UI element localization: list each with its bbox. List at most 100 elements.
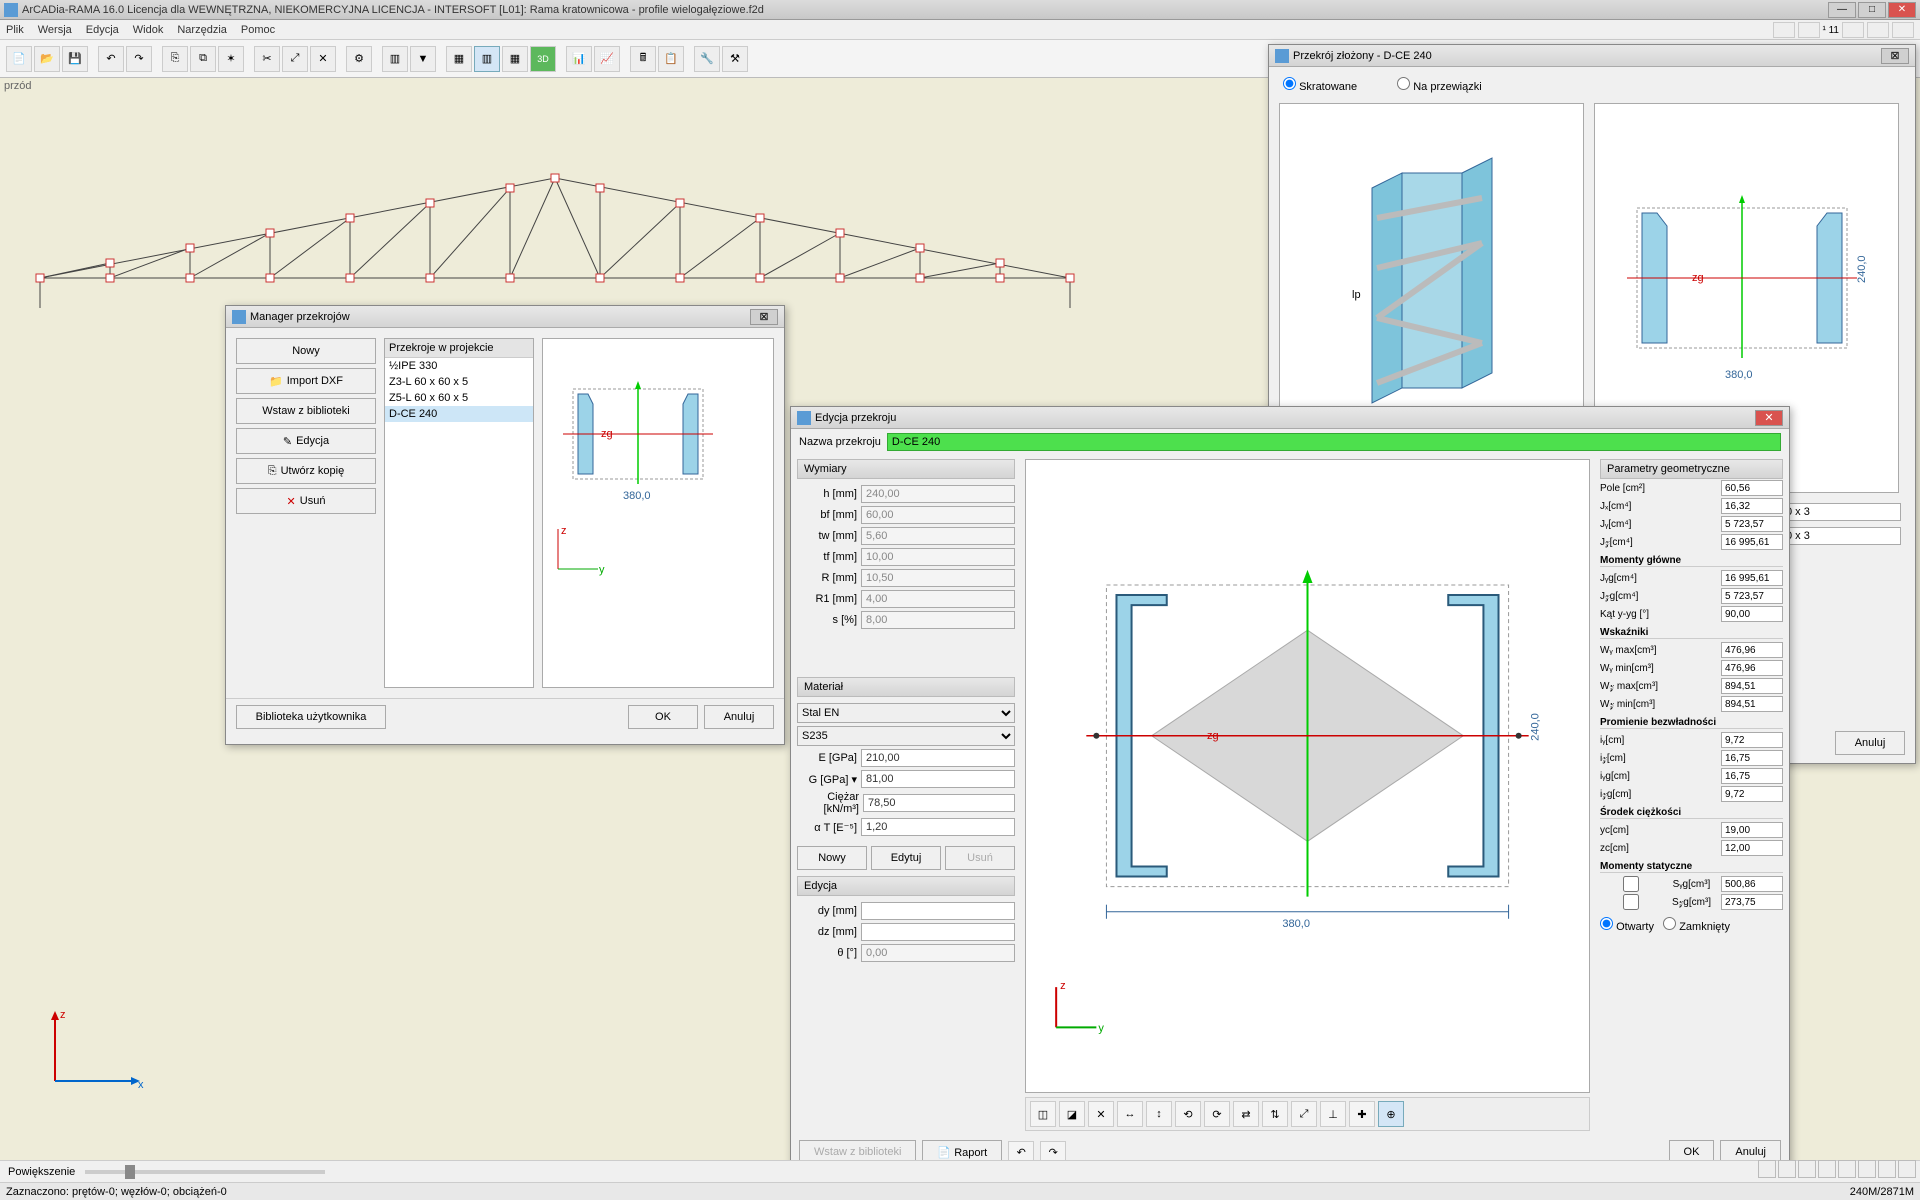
tool-icon[interactable]: ↶ [98,46,124,72]
bf-input[interactable] [861,506,1015,524]
radio-open[interactable]: Otwarty [1600,921,1654,933]
small-icon[interactable] [1758,1160,1776,1178]
tb-icon[interactable]: ✚ [1349,1101,1375,1127]
tb-icon[interactable]: ◫ [1030,1101,1056,1127]
new-button[interactable]: Nowy [236,338,376,364]
close-icon[interactable]: ⊠ [1881,48,1909,64]
delete-button[interactable]: ✕ Usuń [236,488,376,514]
tool-icon[interactable]: ✶ [218,46,244,72]
tool-icon[interactable]: ▦ [446,46,472,72]
tool-icon[interactable]: ▦ [502,46,528,72]
radio-batten[interactable]: Na przewiązki [1397,77,1482,93]
tool-icon[interactable]: ⚒ [722,46,748,72]
tf-input[interactable] [861,548,1015,566]
menu-widok[interactable]: Widok [133,24,164,36]
tool-icon[interactable]: ⧉ [190,46,216,72]
tool-icon[interactable]: ⚙ [346,46,372,72]
tool-icon[interactable]: 📋 [658,46,684,72]
tool-icon[interactable]: ✂ [254,46,280,72]
tb-icon[interactable]: ⇅ [1262,1101,1288,1127]
tool-icon[interactable]: ⎘ [162,46,188,72]
tb-icon[interactable]: ↕ [1146,1101,1172,1127]
minimize-button[interactable]: — [1828,2,1856,18]
alpha-input[interactable] [861,818,1015,836]
menu-narzedzia[interactable]: Narzędzia [177,24,227,36]
cancel-button[interactable]: Anuluj [1835,731,1905,755]
compound-field[interactable] [1781,527,1901,545]
tool-3d-icon[interactable]: 3D [530,46,556,72]
E-input[interactable] [861,749,1015,767]
tw-input[interactable] [861,527,1015,545]
s-input[interactable] [861,611,1015,629]
list-item[interactable]: D-CE 240 [385,406,533,422]
small-icon[interactable] [1838,1160,1856,1178]
insert-library-button[interactable]: Wstaw z biblioteki [236,398,376,424]
menu-edycja[interactable]: Edycja [86,24,119,36]
dz-input[interactable] [861,923,1015,941]
small-icon[interactable] [1798,1160,1816,1178]
theta-input[interactable] [861,944,1015,962]
tb-icon[interactable]: ⟲ [1175,1101,1201,1127]
small-icon[interactable] [1898,1160,1916,1178]
zoom-slider[interactable] [85,1170,325,1174]
menu-plik[interactable]: Plik [6,24,24,36]
tb-icon[interactable]: ↔ [1117,1101,1143,1127]
user-library-button[interactable]: Biblioteka użytkownika [236,705,386,729]
material-group-select[interactable]: Stal EN [797,703,1015,723]
tool-wrench-icon[interactable]: 🔧 [694,46,720,72]
close-icon[interactable]: ✕ [1755,410,1783,426]
list-item[interactable]: ½IPE 330 [385,358,533,374]
tb-icon[interactable]: ◪ [1059,1101,1085,1127]
list-item[interactable]: Z5-L 60 x 60 x 5 [385,390,533,406]
menu-pomoc[interactable]: Pomoc [241,24,275,36]
G-input[interactable] [861,770,1015,788]
section-drawing[interactable]: zg 380,0 240,0 z y [1025,459,1590,1093]
tool-icon[interactable]: 📈 [594,46,620,72]
close-icon[interactable]: ⊠ [750,309,778,325]
tool-icon[interactable]: ▥ [382,46,408,72]
tool-icon[interactable]: 📄 [6,46,32,72]
copy-button[interactable]: ⎘ Utwórz kopię [236,458,376,484]
compound-field[interactable] [1781,503,1901,521]
cancel-button[interactable]: Anuluj [704,705,774,729]
tb-icon[interactable]: ⇄ [1233,1101,1259,1127]
material-delete-button[interactable]: Usuń [945,846,1015,870]
list-item[interactable]: Z3-L 60 x 60 x 5 [385,374,533,390]
tool-icon[interactable]: 📂 [34,46,60,72]
radio-closed[interactable]: Zamknięty [1663,921,1730,933]
material-new-button[interactable]: Nowy [797,846,867,870]
tool-icon[interactable]: ▼ [410,46,436,72]
tool-icon[interactable]: ✕ [310,46,336,72]
tool-icon[interactable]: 📊 [566,46,592,72]
tb-icon[interactable]: ⤢ [1291,1101,1317,1127]
R-input[interactable] [861,569,1015,587]
tb-icon[interactable]: ⊥ [1320,1101,1346,1127]
tool-icon[interactable]: ↷ [126,46,152,72]
small-icon[interactable] [1818,1160,1836,1178]
tb-delete-icon[interactable]: ✕ [1088,1101,1114,1127]
ok-button[interactable]: OK [628,705,698,729]
tb-icon[interactable]: ⊕ [1378,1101,1404,1127]
tool-icon[interactable]: 🖩 [630,46,656,72]
tool-icon[interactable]: 💾 [62,46,88,72]
material-edit-button[interactable]: Edytuj [871,846,941,870]
h-input[interactable] [861,485,1015,503]
tool-icon[interactable]: ⤢ [282,46,308,72]
section-name-input[interactable] [887,433,1781,451]
small-icon[interactable] [1778,1160,1796,1178]
weight-input[interactable] [863,794,1015,812]
small-icon[interactable] [1858,1160,1876,1178]
menu-wersja[interactable]: Wersja [38,24,72,36]
radio-laced[interactable]: Skratowane [1283,77,1357,93]
tool-icon[interactable]: ▥ [474,46,500,72]
edit-button[interactable]: ✎ Edycja [236,428,376,454]
tb-icon[interactable]: ⟳ [1204,1101,1230,1127]
R1-input[interactable] [861,590,1015,608]
small-icon[interactable] [1878,1160,1896,1178]
close-button[interactable]: ✕ [1888,2,1916,18]
truss-drawing [30,168,1080,308]
material-grade-select[interactable]: S235 [797,726,1015,746]
import-dxf-button[interactable]: 📁 Import DXF [236,368,376,394]
dy-input[interactable] [861,902,1015,920]
maximize-button[interactable]: □ [1858,2,1886,18]
